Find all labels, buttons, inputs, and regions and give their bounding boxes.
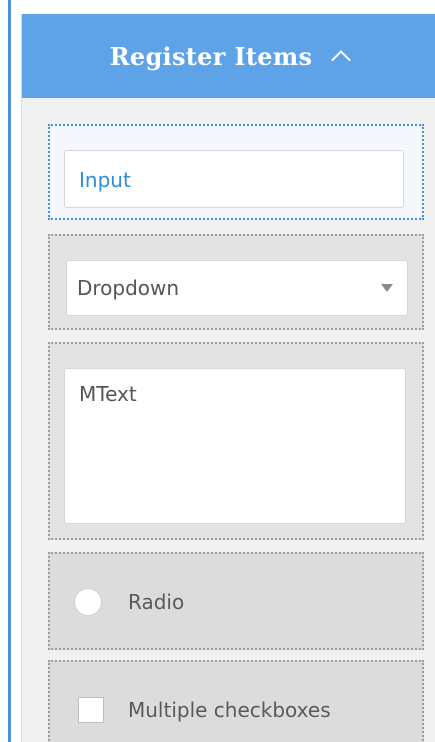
dropdown-selected-value: Dropdown <box>77 276 180 300</box>
input-field-text: Input <box>79 168 131 192</box>
checkbox-option[interactable]: Multiple checkboxes <box>74 692 331 728</box>
checkbox-item-container[interactable]: Multiple checkboxes <box>48 660 424 742</box>
chevron-up-icon[interactable] <box>331 50 352 70</box>
mtext-textarea[interactable]: MText <box>64 368 406 524</box>
mtext-text: MText <box>79 382 137 406</box>
panel-header[interactable]: Register Items <box>22 14 435 98</box>
checkbox[interactable] <box>78 697 104 723</box>
dropdown-item-container[interactable]: Dropdown <box>48 234 424 330</box>
page: Register Items Input Dropdown MText Radi… <box>0 0 435 742</box>
panel-title: Register Items <box>109 41 313 71</box>
caret-down-icon <box>381 284 393 292</box>
window-left-border <box>8 0 11 742</box>
radio-option[interactable]: Radio <box>74 584 184 620</box>
dropdown-select[interactable]: Dropdown <box>66 260 408 316</box>
input-field[interactable]: Input <box>64 150 404 208</box>
radio-label: Radio <box>128 590 185 614</box>
register-items-panel: Register Items Input Dropdown MText Radi… <box>21 14 435 742</box>
checkbox-label: Multiple checkboxes <box>128 698 331 722</box>
input-item-container[interactable]: Input <box>48 124 424 220</box>
mtext-item-container[interactable]: MText <box>48 342 424 540</box>
radio-button[interactable] <box>74 588 102 616</box>
radio-item-container[interactable]: Radio <box>48 552 424 650</box>
